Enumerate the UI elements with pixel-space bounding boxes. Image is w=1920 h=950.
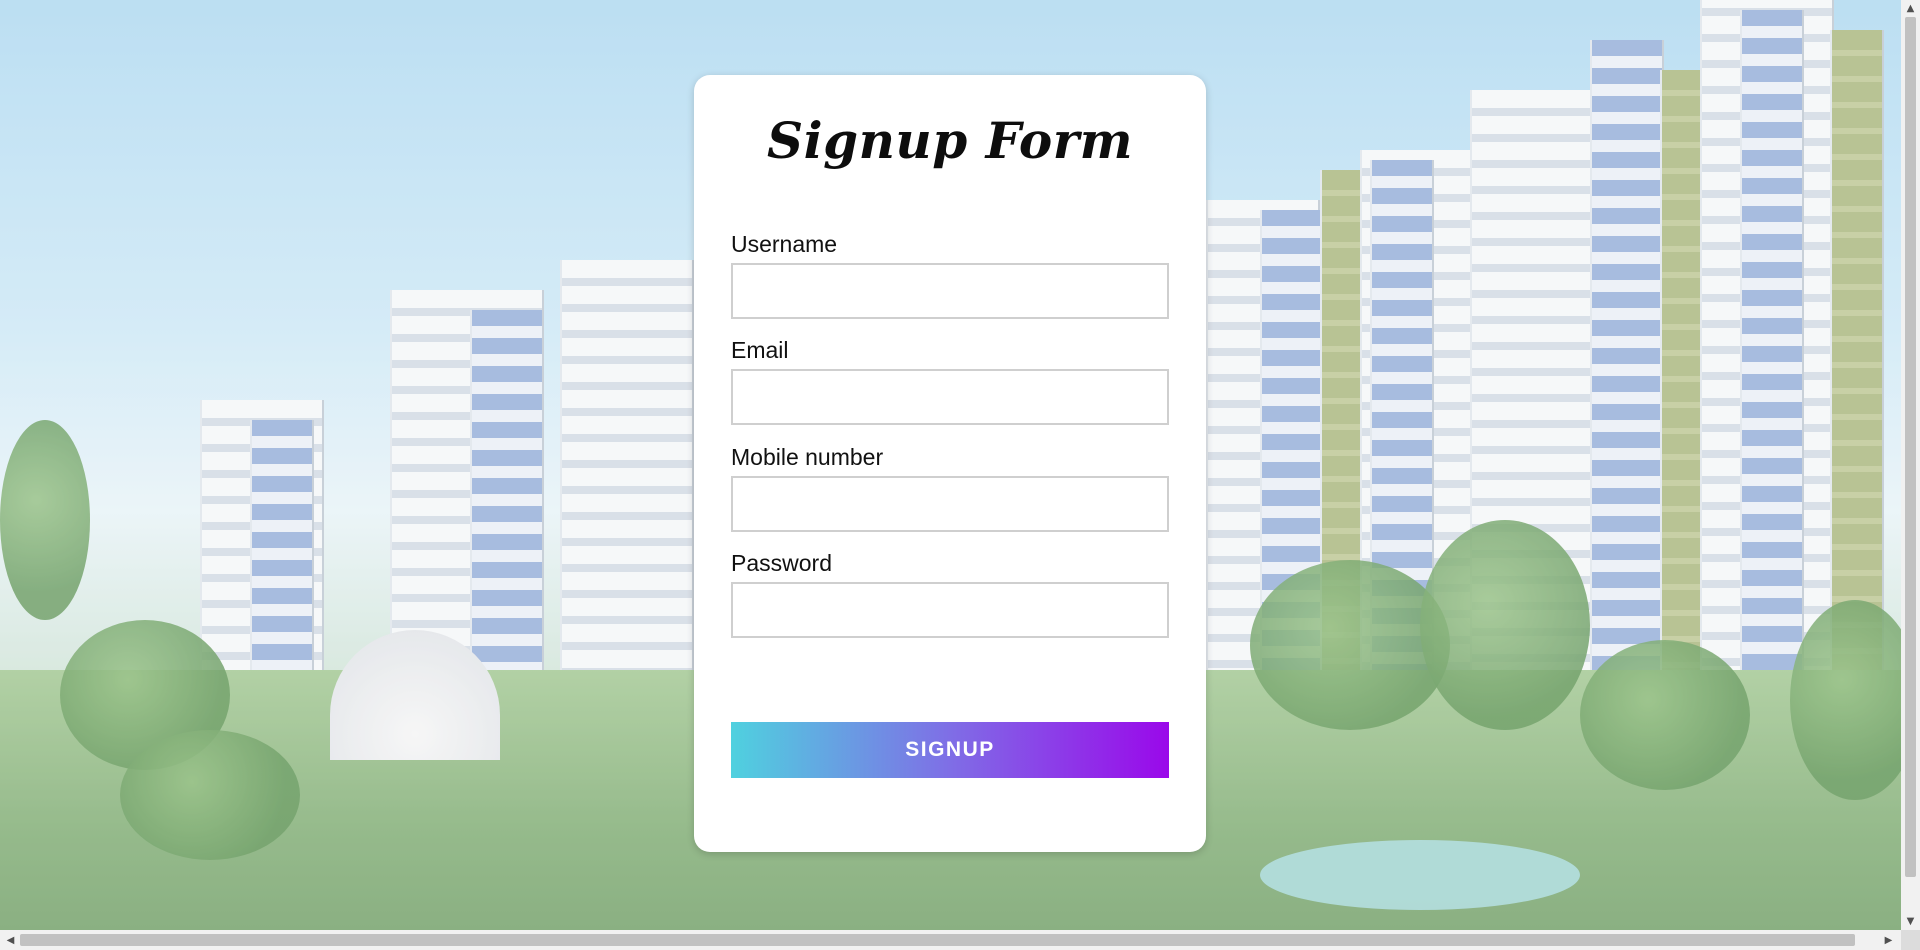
scroll-left-icon[interactable]: ◀ bbox=[2, 932, 19, 949]
email-input[interactable] bbox=[731, 369, 1169, 425]
signup-card: Signup Form Username Email Mobile number… bbox=[694, 75, 1206, 852]
vertical-scrollbar[interactable]: ▲ ▼ bbox=[1901, 0, 1920, 930]
password-label: Password bbox=[731, 550, 832, 576]
username-input[interactable] bbox=[731, 263, 1169, 319]
scroll-up-icon[interactable]: ▲ bbox=[1902, 0, 1919, 17]
mobile-number-label: Mobile number bbox=[731, 444, 884, 470]
email-label: Email bbox=[731, 337, 789, 363]
horizontal-scroll-thumb[interactable] bbox=[20, 934, 1855, 946]
username-label: Username bbox=[731, 231, 838, 257]
horizontal-scrollbar[interactable]: ◀ ▶ bbox=[0, 930, 1901, 950]
scroll-right-icon[interactable]: ▶ bbox=[1880, 932, 1897, 949]
vertical-scroll-thumb[interactable] bbox=[1905, 17, 1916, 877]
password-input[interactable] bbox=[731, 582, 1169, 638]
mobile-number-input[interactable] bbox=[731, 476, 1169, 532]
scroll-down-icon[interactable]: ▼ bbox=[1902, 913, 1919, 930]
signup-button[interactable]: SIGNUP bbox=[731, 722, 1169, 778]
page-viewport: Signup Form Username Email Mobile number… bbox=[0, 0, 1901, 930]
form-title: Signup Form bbox=[767, 111, 1133, 170]
scrollbar-corner bbox=[1901, 930, 1920, 950]
